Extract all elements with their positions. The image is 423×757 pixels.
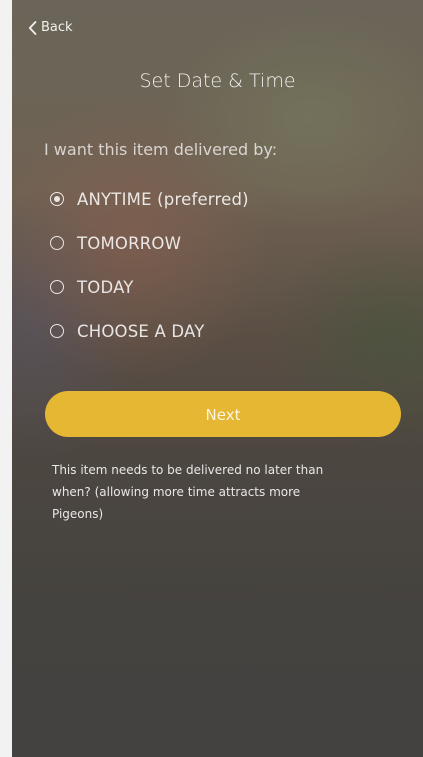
set-date-time-screen: Back Set Date & Time I want this item de… <box>12 0 423 757</box>
back-button[interactable]: Back <box>28 20 73 35</box>
delivery-options: ANYTIME (preferred) TOMORROW TODAY CHOOS… <box>50 177 249 353</box>
page-title: Set Date & Time <box>139 70 296 92</box>
radio-unchecked-icon[interactable] <box>50 324 64 338</box>
radio-checked-icon[interactable] <box>50 192 64 206</box>
option-choose-a-day[interactable]: CHOOSE A DAY <box>50 309 249 353</box>
option-label: ANYTIME (preferred) <box>77 189 249 209</box>
delivery-prompt: I want this item delivered by: <box>44 140 278 159</box>
chevron-left-icon <box>28 20 37 35</box>
option-today[interactable]: TODAY <box>50 265 249 309</box>
back-label: Back <box>41 20 73 35</box>
option-tomorrow[interactable]: TOMORROW <box>50 221 249 265</box>
helper-text: This item needs to be delivered no later… <box>52 463 324 521</box>
option-label: TOMORROW <box>77 233 182 253</box>
option-label: CHOOSE A DAY <box>77 321 205 341</box>
option-label: TODAY <box>77 277 134 297</box>
radio-unchecked-icon[interactable] <box>50 236 64 250</box>
radio-unchecked-icon[interactable] <box>50 280 64 294</box>
option-anytime[interactable]: ANYTIME (preferred) <box>50 177 249 221</box>
next-button[interactable]: Next <box>45 391 401 437</box>
